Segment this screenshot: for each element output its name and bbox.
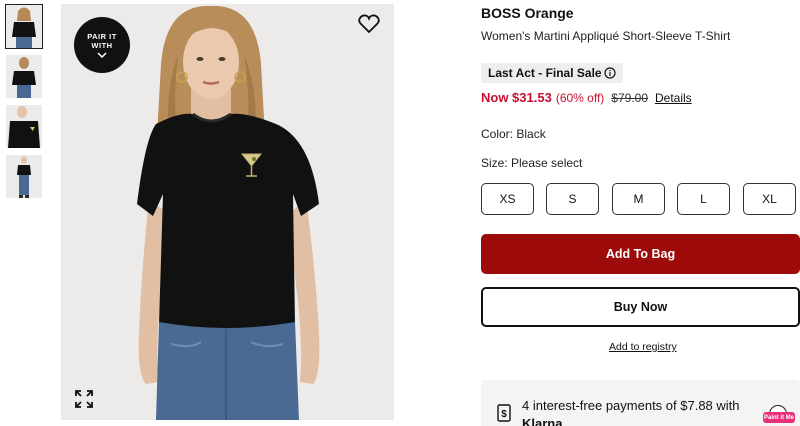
thumbnail-back-image [6, 55, 42, 98]
thumbnail-front-image [6, 5, 42, 48]
size-option-xl[interactable]: XL [743, 183, 796, 215]
klarna-installments-text: 4 interest-free payments of $7.88 with [522, 398, 740, 413]
final-sale-label: Last Act - Final Sale [488, 66, 602, 80]
brand-name[interactable]: BOSS Orange [481, 5, 574, 21]
buy-now-button[interactable]: Buy Now [481, 287, 800, 327]
size-option-s[interactable]: S [546, 183, 599, 215]
svg-text:$: $ [501, 409, 507, 420]
size-option-xs[interactable]: XS [481, 183, 534, 215]
browser-extension-badge[interactable]: Paint it Me [763, 412, 795, 423]
size-option-l[interactable]: L [677, 183, 730, 215]
thumbnail-detail[interactable] [6, 105, 42, 148]
size-option-m[interactable]: M [612, 183, 665, 215]
add-to-registry-link[interactable]: Add to registry [609, 341, 677, 353]
sale-price: Now $31.53 [481, 90, 552, 105]
thumbnail-strip [5, 4, 43, 205]
thumbnail-back[interactable] [6, 55, 42, 98]
thumbnail-full-image [6, 155, 42, 198]
price-row: Now $31.53 (60% off) $79.00 Details [481, 90, 692, 105]
pair-it-with-label: PAIR IT WITH [87, 32, 117, 50]
heart-icon[interactable] [358, 14, 380, 34]
thumbnail-detail-image [6, 105, 42, 148]
product-title: Women's Martini Appliqué Short-Sleeve T-… [481, 29, 731, 43]
expand-icon[interactable] [74, 389, 94, 409]
pair-it-with-button[interactable]: PAIR IT WITH [74, 17, 130, 73]
klarna-brand: Klarna [522, 416, 563, 426]
klarna-text-block: 4 interest-free payments of $7.88 with K… [522, 397, 762, 426]
size-selector: XS S M L XL [481, 183, 800, 215]
thumbnail-full[interactable] [6, 155, 42, 198]
price-details-link[interactable]: Details [655, 91, 692, 105]
product-main-image[interactable]: PAIR IT WITH [61, 4, 394, 420]
discount-percent: (60% off) [555, 91, 605, 105]
add-to-bag-button[interactable]: Add To Bag [481, 234, 800, 274]
klarna-payment-info[interactable]: $ 4 interest-free payments of $7.88 with… [481, 380, 800, 426]
thumbnail-front[interactable] [5, 4, 43, 49]
info-icon[interactable] [603, 67, 616, 79]
original-price: $79.00 [611, 91, 648, 105]
color-label: Color: Black [481, 127, 546, 141]
klarna-dollar-icon: $ [497, 404, 511, 422]
size-label: Size: Please select [481, 156, 583, 170]
final-sale-badge: Last Act - Final Sale [481, 63, 623, 83]
chevron-down-icon [97, 52, 107, 58]
